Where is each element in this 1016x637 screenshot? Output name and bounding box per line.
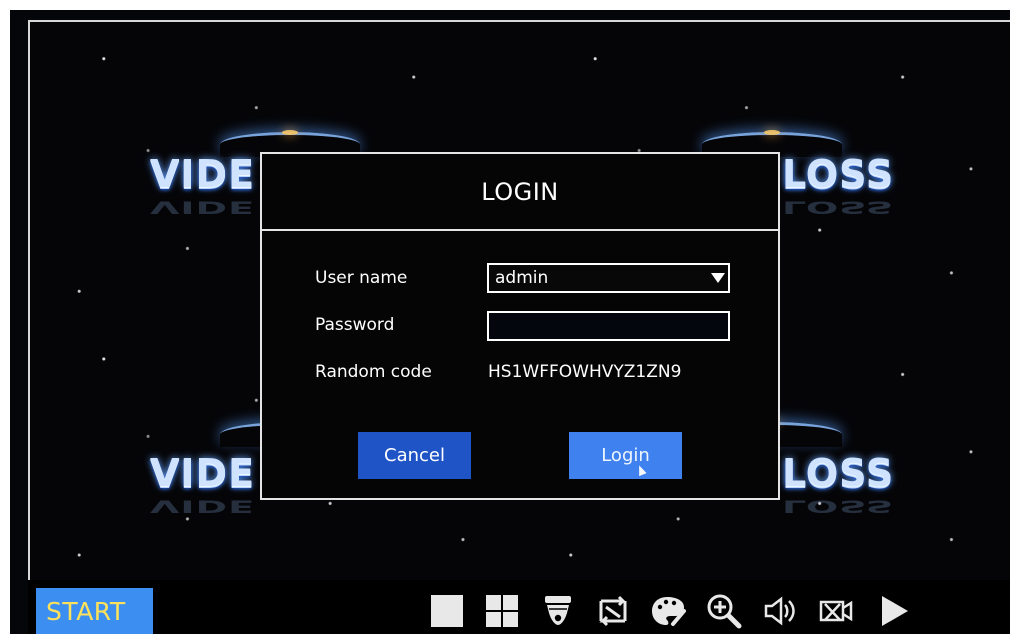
random-code-value: HS1WFFOWHVYZ1ZN9 <box>488 362 682 382</box>
cycle-icon[interactable] <box>591 589 634 632</box>
dvr-monitor: VIDE VIDE LOSS LOSS VIDE VIDE LOSS LOSS … <box>10 10 1010 634</box>
video-loss-reflection: LOSS <box>782 197 895 218</box>
password-input[interactable] <box>487 311 730 341</box>
login-button[interactable]: Login <box>569 432 682 479</box>
user-name-label: User name <box>315 268 408 288</box>
start-button[interactable]: START <box>36 588 153 634</box>
random-code-label: Random code <box>315 362 432 382</box>
video-loss-reflection: LOSS <box>782 496 895 517</box>
video-loss-right-text: LOSS <box>782 451 895 495</box>
dialog-header: LOGIN <box>262 154 778 231</box>
palette-icon[interactable] <box>646 589 689 632</box>
quad-view-icon[interactable] <box>480 589 523 632</box>
video-loss-left-text: VIDE <box>150 152 256 196</box>
single-view-icon[interactable] <box>425 589 468 632</box>
video-loss-reflection: VIDE <box>150 496 256 517</box>
play-icon[interactable] <box>871 589 914 632</box>
video-loss-right-text: LOSS <box>782 152 895 196</box>
taskbar: START <box>28 580 1010 634</box>
login-dialog: LOGIN User name admin Password Random co… <box>260 152 780 500</box>
toolbar <box>425 580 1010 634</box>
password-label: Password <box>315 315 395 335</box>
video-loss-left-text: VIDE <box>150 451 256 495</box>
dome-camera-icon[interactable] <box>536 589 579 632</box>
video-loss-reflection: VIDE <box>150 197 256 218</box>
camera-off-icon[interactable] <box>814 589 857 632</box>
cancel-button[interactable]: Cancel <box>358 432 471 479</box>
dialog-title: LOGIN <box>481 177 559 206</box>
zoom-in-icon[interactable] <box>702 589 745 632</box>
user-name-select[interactable]: admin <box>487 263 730 293</box>
user-name-value: admin <box>495 268 549 288</box>
dropdown-arrow-icon[interactable] <box>711 273 725 283</box>
screen: VIDE VIDE LOSS LOSS VIDE VIDE LOSS LOSS … <box>0 0 1016 637</box>
speaker-icon[interactable] <box>758 589 801 632</box>
